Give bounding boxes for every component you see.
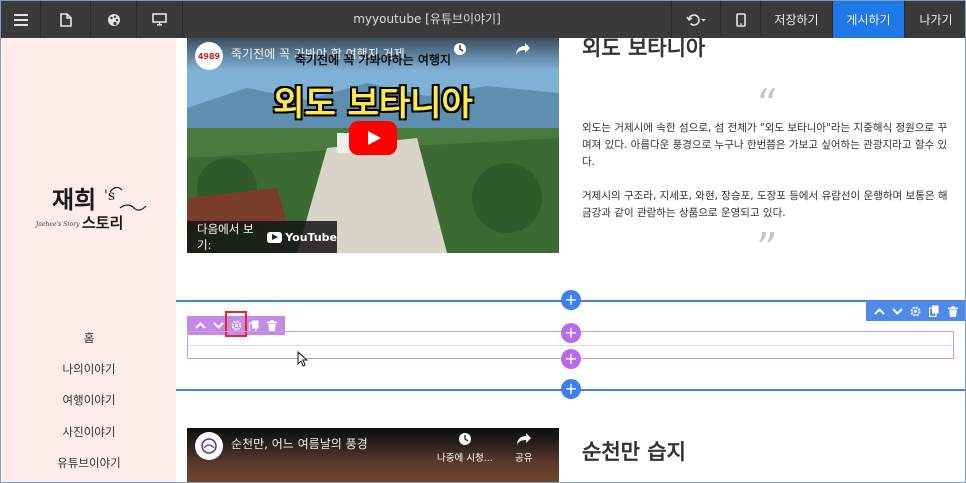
palette-icon — [107, 13, 121, 27]
publish-button[interactable]: 게시하기 — [833, 1, 905, 38]
exit-button[interactable]: 나가기 — [905, 1, 965, 38]
video-overlay-title: 외도 보타니아 — [273, 84, 473, 124]
sidebar-item-home[interactable]: 홈 — [2, 330, 176, 346]
gear-icon[interactable] — [909, 304, 923, 318]
article-title: 순천만 습지 — [582, 439, 686, 464]
page-button[interactable] — [41, 1, 91, 38]
top-toolbar: myyoutube [유튜브이야기] 저장하기 게시하기 나가기 — [1, 1, 965, 38]
article-title: 외도 보타니아 — [582, 38, 706, 60]
close-quote-icon: ” — [756, 224, 778, 273]
section-toolbar — [866, 301, 965, 321]
video-title[interactable]: 순천만, 어느 여름날의 풍경 — [231, 435, 368, 452]
site-title: myyoutube [유튜브이야기] — [353, 12, 501, 26]
hamburger-icon — [13, 13, 28, 26]
site-sidebar: 재희 's 스토리 Jaehee's Story 홈 나의이야기 여행이야기 사… — [2, 38, 176, 482]
sidebar-item-photo-story[interactable]: 사진이야기 — [2, 424, 176, 440]
video-embed[interactable]: 순천만, 어느 여름날의 풍경 나중에 시청... 공유 — [187, 428, 559, 482]
menu-button[interactable] — [1, 1, 41, 38]
mobile-icon — [735, 12, 746, 27]
mouse-cursor-icon — [297, 350, 309, 371]
undo-button[interactable] — [671, 1, 721, 38]
youtube-play-icon — [267, 231, 283, 243]
watch-on-youtube-link[interactable]: 다음에서 보기: YouTube — [187, 221, 337, 253]
row-divider — [188, 345, 953, 346]
youtube-logo-text: YouTube — [285, 230, 337, 244]
page-content: 4989 죽기전에 꼭 가봐야 할 여행지 거제 죽기전에 꼭 가봐야하는 여행… — [176, 38, 965, 482]
trash-icon[interactable] — [946, 304, 960, 318]
theme-button[interactable] — [91, 1, 137, 38]
svg-text:재희: 재희 — [52, 185, 96, 214]
add-section-button[interactable]: + — [561, 379, 581, 399]
site-logo[interactable]: 재희 's 스토리 Jaehee's Story — [32, 178, 152, 238]
share-button[interactable]: 공유 — [515, 432, 532, 464]
undo-icon — [686, 13, 706, 26]
article-paragraph: 거제시의 구조라, 지세포, 와현, 장승포, 도장포 등에서 유람선이 운행하… — [582, 190, 948, 219]
copy-icon[interactable] — [927, 304, 941, 318]
svg-text:Jaehee's Story: Jaehee's Story — [34, 221, 80, 228]
article-body: 외도는 거제시에 속한 섬으로, 섬 전체가 "외도 보타니아"라는 지중해식 … — [582, 120, 956, 222]
chevron-down-icon[interactable] — [891, 304, 905, 318]
video-overlay-subtitle: 죽기전에 꼭 가봐야하는 여행지 — [294, 53, 452, 67]
add-block-button[interactable]: + — [561, 349, 581, 369]
sidebar-item-my-story[interactable]: 나의이야기 — [2, 361, 176, 377]
watch-on-label: 다음에서 보기: — [197, 222, 254, 252]
document-icon — [59, 12, 72, 27]
editor-window: myyoutube [유튜브이야기] 저장하기 게시하기 나가기 재희 's 스… — [0, 0, 966, 483]
article-paragraph: 외도는 거제시에 속한 섬으로, 섬 전체가 "외도 보타니아"라는 지중해식 … — [582, 122, 948, 168]
add-block-button[interactable]: + — [561, 323, 581, 343]
clock-icon — [458, 433, 471, 445]
channel-avatar[interactable] — [195, 432, 223, 460]
chevron-up-icon[interactable] — [872, 304, 886, 318]
share-icon — [516, 433, 531, 445]
share-label: 공유 — [515, 453, 533, 464]
sidebar-item-travel-story[interactable]: 여행이야기 — [2, 392, 176, 408]
desktop-preview-button[interactable] — [137, 1, 183, 38]
svg-text:'s: 's — [104, 188, 115, 204]
video-embed[interactable]: 4989 죽기전에 꼭 가봐야 할 여행지 거제 죽기전에 꼭 가봐야하는 여행… — [187, 38, 559, 253]
add-section-button[interactable]: + — [561, 290, 581, 310]
monitor-icon — [152, 13, 167, 26]
mobile-preview-button[interactable] — [721, 1, 761, 38]
svg-text:스토리: 스토리 — [82, 214, 123, 232]
watch-later-label: 나중에 시청... — [437, 453, 493, 464]
sidebar-item-youtube-story[interactable]: 유튜브이야기 — [2, 455, 176, 471]
save-button[interactable]: 저장하기 — [761, 1, 833, 38]
play-button[interactable] — [349, 121, 397, 155]
youtube-logo: YouTube — [267, 231, 337, 244]
watch-later-button[interactable]: 나중에 시청... — [437, 432, 493, 464]
